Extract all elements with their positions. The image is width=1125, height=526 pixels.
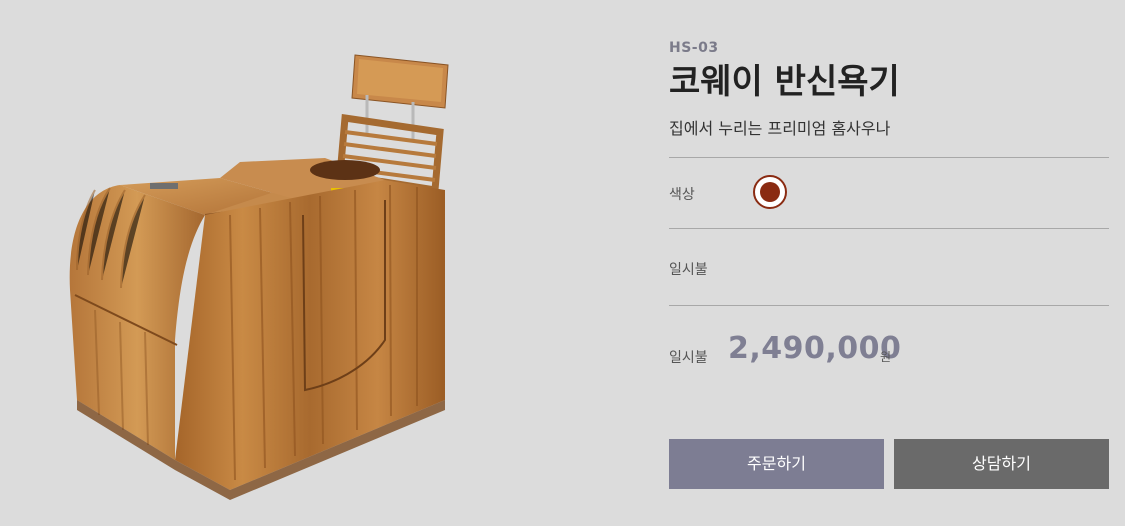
divider [669,157,1109,158]
order-button[interactable]: 주문하기 [669,439,884,489]
color-option-label: 색상 [669,187,695,203]
product-model-code: HS-03 [669,40,719,56]
color-swatch-fill [760,182,780,202]
price-label: 일시불 [669,350,708,366]
divider [669,228,1109,229]
product-info-panel: HS-03 코웨이 반신욕기 집에서 누리는 프리미엄 홈사우나 색상 일시불 … [669,0,1109,526]
consult-button[interactable]: 상담하기 [894,439,1109,489]
product-image [69,54,449,500]
payment-option-label: 일시불 [669,262,708,278]
product-title: 코웨이 반신욕기 [669,62,900,102]
product-subtitle: 집에서 누리는 프리미엄 홈사우나 [669,119,891,138]
divider [669,305,1109,306]
price-unit: 원 [880,350,892,364]
color-swatch[interactable] [753,175,787,209]
price-value: 2,490,000 [728,331,902,366]
